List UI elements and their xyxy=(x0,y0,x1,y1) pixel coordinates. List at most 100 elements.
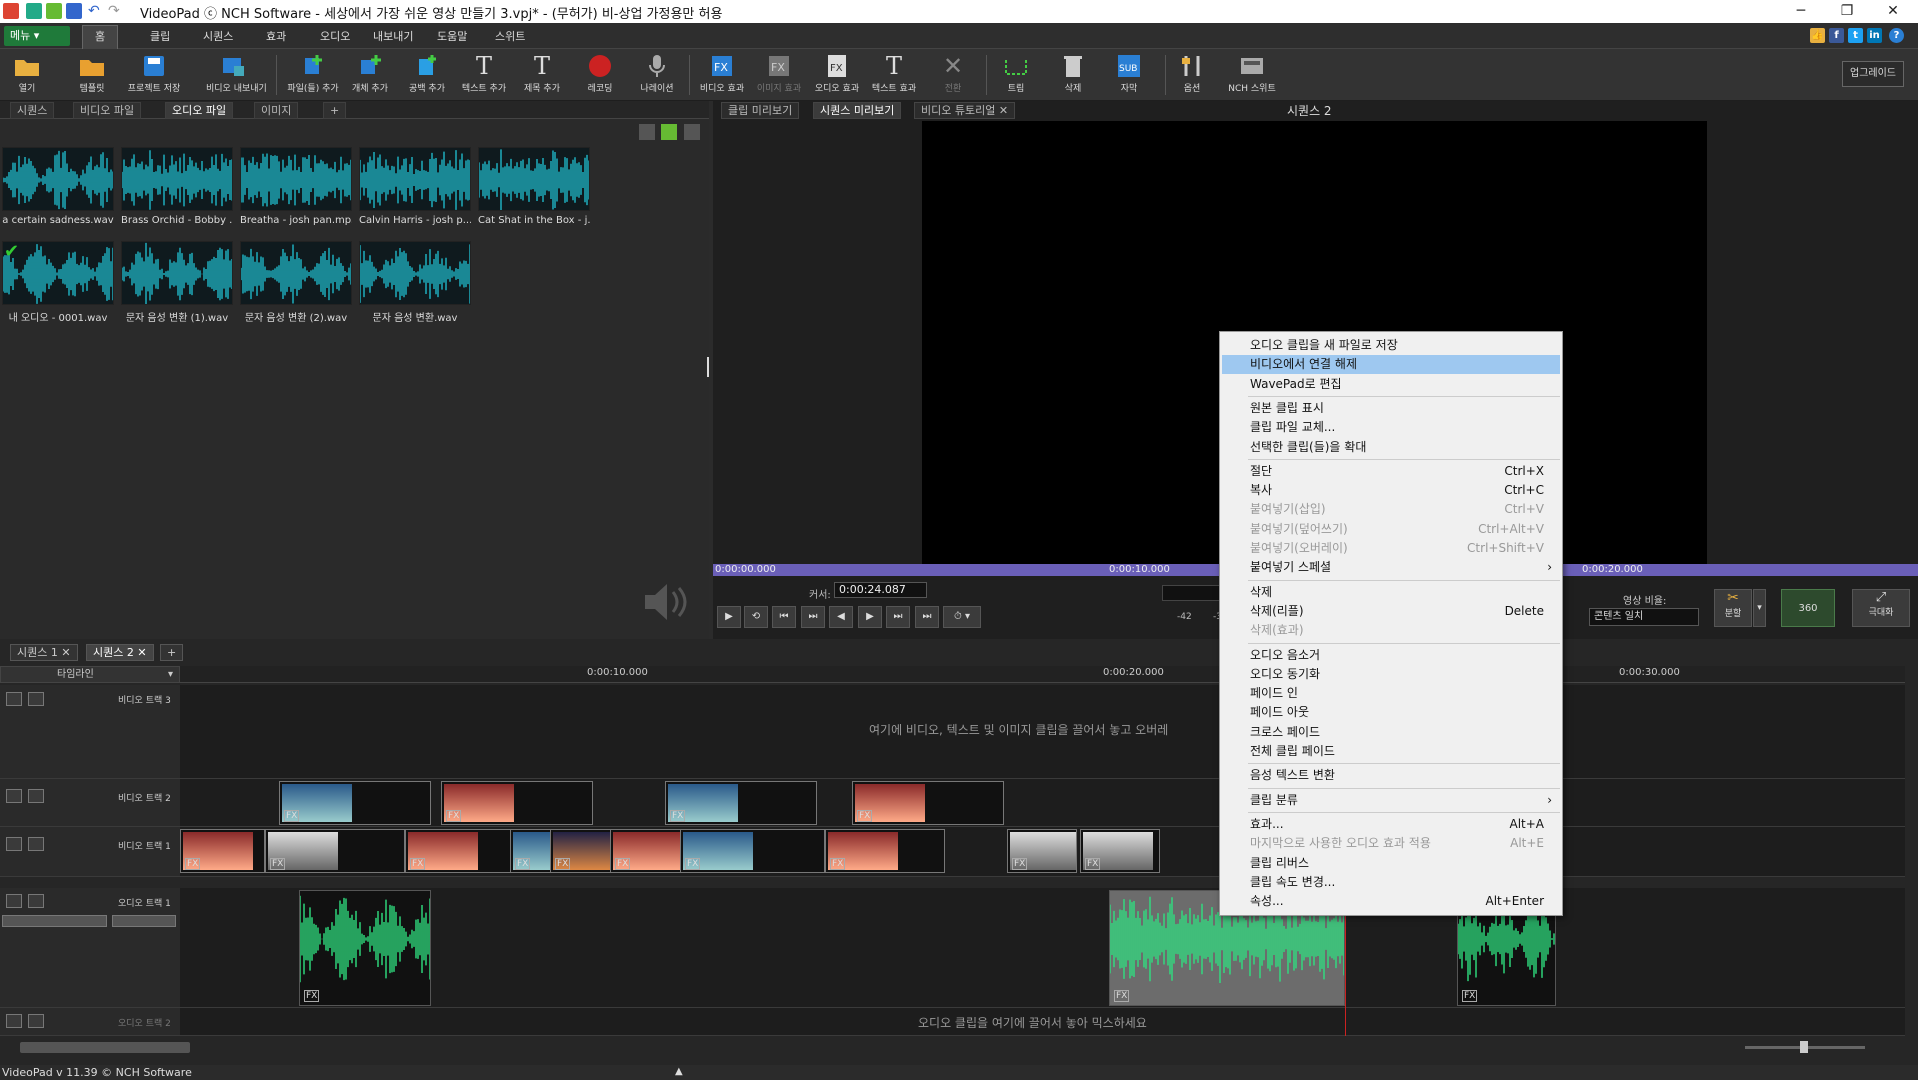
bin-tab-add[interactable]: + xyxy=(323,102,347,119)
audio-file-thumb[interactable]: Breatha - josh pan.mp3 xyxy=(240,147,352,226)
timeline-mode-select[interactable]: 타임라인 ▾ xyxy=(0,666,180,683)
video-clip[interactable]: FX xyxy=(180,829,265,873)
go-start-button[interactable]: ⏮ xyxy=(772,606,796,628)
eye-icon[interactable] xyxy=(28,789,44,803)
split-dropdown-button[interactable]: ▾ xyxy=(1753,589,1766,627)
tab-export[interactable]: 내보내기 xyxy=(373,28,413,44)
audio-track-2[interactable]: 오디오 클립을 여기에 끌어서 놓아 믹스하세요 xyxy=(180,1008,1905,1036)
fx-icon[interactable]: FX xyxy=(670,810,686,822)
fx-icon[interactable]: FX xyxy=(830,858,846,870)
context-menu-item[interactable]: 붙여넣기 스페셜 › xyxy=(1220,558,1562,577)
context-menu-item[interactable]: WavePad로 편집 xyxy=(1220,375,1562,394)
fx-icon[interactable]: FX xyxy=(304,990,320,1002)
track-controls[interactable] xyxy=(6,1014,44,1028)
aspect-select[interactable]: 콘텐츠 일치 xyxy=(1589,608,1699,626)
audio-file-thumb[interactable]: Cat Shat in the Box - j... xyxy=(478,147,590,226)
context-menu-item[interactable]: 음성 텍스트 변환 xyxy=(1220,766,1562,785)
thumbs-up-icon[interactable]: 👍 xyxy=(1810,28,1825,43)
subtitle-button[interactable]: SUB 자막 xyxy=(1101,52,1157,98)
track-controls[interactable] xyxy=(6,789,44,803)
context-menu-item[interactable]: 클립 분류 › xyxy=(1220,791,1562,810)
audio-file-thumb[interactable]: 문자 음성 변환 (1).wav xyxy=(121,241,233,324)
audio-file-thumb[interactable]: 내 오디오 - 0001.wav ✔ xyxy=(2,241,114,324)
collapse-icon[interactable] xyxy=(6,894,22,908)
context-menu-item[interactable]: 오디오 음소거 xyxy=(1220,646,1562,665)
tab-suite[interactable]: 스위트 xyxy=(495,28,525,44)
video-clip[interactable]: FX xyxy=(441,781,593,825)
export-video-button[interactable]: 비디오 내보내기 xyxy=(206,52,267,98)
speed-button[interactable]: ⏱ ▾ xyxy=(943,606,981,628)
fx-icon[interactable]: FX xyxy=(515,858,531,870)
video-clip[interactable]: FX xyxy=(680,829,825,873)
open-button[interactable]: 열기 xyxy=(0,52,55,98)
add-object-button[interactable]: 개체 추가 xyxy=(342,52,398,98)
expand-icon[interactable] xyxy=(6,692,22,706)
speaker-icon[interactable] xyxy=(28,1014,44,1028)
track-controls[interactable] xyxy=(6,837,44,851)
context-menu-item[interactable]: 클립 속도 변경... xyxy=(1220,873,1562,892)
options-button[interactable]: 옵션 xyxy=(1164,52,1220,98)
horizontal-scrollbar[interactable] xyxy=(20,1042,190,1053)
volume-slider[interactable] xyxy=(2,915,107,927)
context-menu-item[interactable]: 붙여넣기(덮어쓰기) Ctrl+Alt+V xyxy=(1220,520,1562,539)
fx-icon[interactable]: FX xyxy=(685,858,701,870)
pan-slider[interactable] xyxy=(112,915,176,927)
context-menu-item[interactable]: 삭제 xyxy=(1220,583,1562,602)
redo-icon[interactable]: ↷ xyxy=(108,3,124,19)
play-button[interactable]: ▶ xyxy=(717,606,741,628)
zoom-slider-thumb[interactable] xyxy=(1800,1041,1808,1053)
track-controls[interactable] xyxy=(6,692,44,706)
context-menu-item[interactable]: 삭제(효과) xyxy=(1220,621,1562,640)
tab-clip-preview[interactable]: 클립 미리보기 xyxy=(721,102,800,119)
loop-button[interactable]: ⟲ xyxy=(744,606,768,628)
prev-clip-button[interactable]: ⏭ xyxy=(801,606,825,628)
video-clip[interactable]: FX xyxy=(265,829,405,873)
timeline-tab-sequence-2[interactable]: 시퀀스 2 ✕ xyxy=(86,644,154,661)
close-button[interactable]: ✕ xyxy=(1870,0,1916,23)
speaker-icon[interactable] xyxy=(28,894,44,908)
image-effects-button[interactable]: FX 이미지 효과 xyxy=(751,52,807,98)
add-files-button[interactable]: 파일(들) 추가 xyxy=(285,52,341,98)
next-frame-button[interactable]: ▶ xyxy=(858,606,882,628)
restore-button[interactable]: ❐ xyxy=(1824,0,1870,23)
expand-icon[interactable] xyxy=(6,1014,22,1028)
trim-button[interactable]: 트림 xyxy=(988,52,1044,98)
video-track-1[interactable]: FX FX FX FX FX FX FX FX FX FX xyxy=(180,827,1905,877)
context-menu-item[interactable]: 효과... Alt+A xyxy=(1220,815,1562,834)
narration-button[interactable]: 나레이션 xyxy=(629,52,685,98)
twitter-icon[interactable]: t xyxy=(1848,28,1863,43)
context-menu-item[interactable]: 전체 클립 페이드 xyxy=(1220,742,1562,761)
new-project-icon[interactable] xyxy=(26,3,42,19)
facebook-icon[interactable]: f xyxy=(1829,28,1844,43)
template-button[interactable]: 템플릿 xyxy=(64,52,120,98)
add-blank-button[interactable]: 공백 추가 xyxy=(399,52,455,98)
audio-file-thumb[interactable]: Calvin Harris - josh p... xyxy=(359,147,471,226)
context-menu-item[interactable]: 비디오에서 연결 해제 xyxy=(1222,355,1560,375)
context-menu-item[interactable]: 속성... Alt+Enter xyxy=(1220,892,1562,911)
context-menu-item[interactable]: 페이드 인 xyxy=(1220,684,1562,703)
tab-effects[interactable]: 효과 xyxy=(266,28,286,44)
tab-sequence[interactable]: 시퀀스 xyxy=(203,28,233,44)
tab-sequence-preview[interactable]: 시퀀스 미리보기 xyxy=(813,102,902,119)
prev-frame-button[interactable]: ◀ xyxy=(829,606,853,628)
eye-icon[interactable] xyxy=(28,692,44,706)
fx-icon[interactable]: FX xyxy=(615,858,631,870)
bin-delete-icon[interactable] xyxy=(639,124,655,140)
delete-button[interactable]: 삭제 xyxy=(1045,52,1101,98)
tab-home[interactable]: 홈 xyxy=(82,25,119,49)
fx-icon[interactable]: FX xyxy=(270,858,286,870)
audio-file-thumb[interactable]: Brass Orchid - Bobby ... xyxy=(121,147,233,226)
fx-icon[interactable]: FX xyxy=(446,810,462,822)
upgrade-button[interactable]: 업그레이드 xyxy=(1842,61,1904,87)
nch-suite-button[interactable]: NCH 스위트 xyxy=(1222,52,1282,98)
bin-tab-audio-files[interactable]: 오디오 파일 xyxy=(165,102,234,119)
video-track-2[interactable]: FX FX FX FX xyxy=(180,779,1905,827)
context-menu-item[interactable]: 페이드 아웃 xyxy=(1220,703,1562,722)
bin-tab-images[interactable]: 이미지 xyxy=(254,102,299,119)
360-button[interactable]: 360 xyxy=(1781,589,1835,627)
video-clip[interactable]: FX xyxy=(1007,829,1077,873)
audio-file-thumb[interactable]: 문자 음성 변환 (2).wav xyxy=(240,241,352,324)
context-menu-item[interactable]: 오디오 동기화 xyxy=(1220,665,1562,684)
context-menu-item[interactable]: 복사 Ctrl+C xyxy=(1220,481,1562,500)
context-menu-item[interactable]: 클립 파일 교체... xyxy=(1220,418,1562,437)
